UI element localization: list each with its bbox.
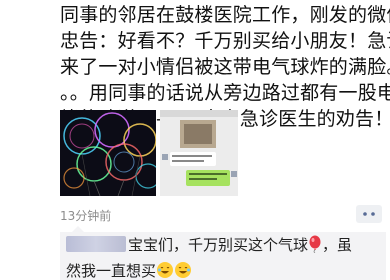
balloon-icon bbox=[308, 235, 322, 260]
laughing-face-icon bbox=[174, 261, 192, 280]
timestamp: 13分钟前 bbox=[60, 209, 112, 223]
comment-text-part: ，虽 bbox=[322, 236, 353, 254]
comment-icon[interactable] bbox=[356, 205, 382, 223]
comment-text-part: 然我一直想买 bbox=[66, 262, 157, 280]
post-meta: 13分钟前 bbox=[60, 203, 386, 227]
comment-text-part: 宝宝们，千万别买这个气球 bbox=[128, 236, 309, 254]
chat-screenshot[interactable] bbox=[160, 110, 238, 196]
post-line: 同事的邻居在鼓楼医院工作，刚发的微信 bbox=[60, 4, 390, 26]
comment-area: 宝宝们，千万别买这个气球 ，虽然我一直想买 bbox=[60, 226, 386, 280]
moments-post: 同事的邻居在鼓楼医院工作，刚发的微信 忠告：好看不？千万别买给小朋友！急诊 来了… bbox=[0, 0, 390, 280]
comment: 宝宝们，千万别买这个气球 ，虽然我一直想买 bbox=[66, 234, 382, 280]
comment-author-redacted[interactable] bbox=[66, 236, 126, 252]
post-line: 。。用同事的话说从旁边路过都有一股电 bbox=[60, 82, 390, 104]
post-line: 来了一对小情侣被这带电气球炸的满脸。 bbox=[60, 56, 390, 78]
balloon-lights-photo[interactable] bbox=[60, 110, 156, 196]
laughing-face-icon bbox=[156, 261, 174, 280]
post-line: 忠告：好看不？千万别买给小朋友！急诊 bbox=[60, 30, 390, 52]
